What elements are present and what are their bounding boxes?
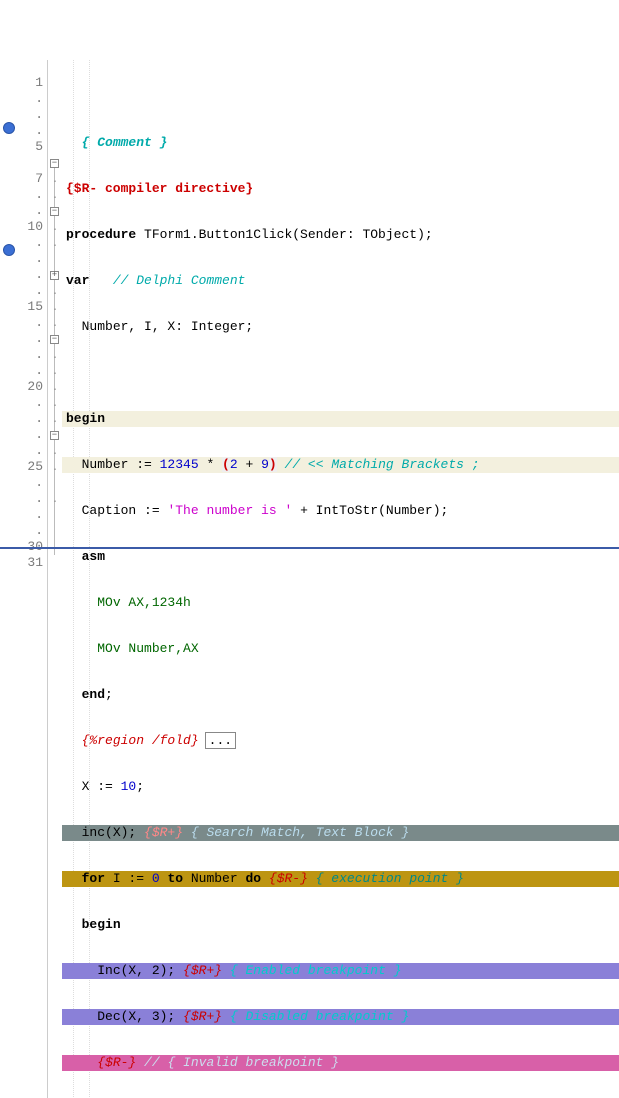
code-line[interactable]: {%region /fold}... [62,733,619,749]
code-line[interactable]: begin [62,411,619,427]
line-number-gutter: 1...57..10....15....20....25....3031 [18,60,48,1098]
code-line[interactable] [62,365,619,381]
code-line[interactable]: Dec(X, 3); {$R+} { Disabled breakpoint } [62,1009,619,1025]
fold-toggle[interactable]: − [50,159,59,168]
code-line[interactable]: end; [62,687,619,703]
code-line[interactable]: Inc(X, 2); {$R+} { Enabled breakpoint } [62,963,619,979]
code-line[interactable]: begin [62,917,619,933]
code-line[interactable]: for I := 0 to Number do {$R-} { executio… [62,871,619,887]
code-editor[interactable]: 1...57..10....15....20....25....3031 − −… [0,60,619,1098]
fold-ellipsis[interactable]: ... [205,732,236,749]
code-line[interactable]: MOv Number,AX [62,641,619,657]
fold-gutter[interactable]: − − + − − · · · · · · · · · · · · · · · [48,60,62,1098]
code-line[interactable]: inc(X); {$R+} { Search Match, Text Block… [62,825,619,841]
code-line[interactable]: { Comment } [62,135,619,151]
code-area[interactable]: { Comment } {$R- compiler directive} pro… [62,60,619,1098]
fold-toggle[interactable]: − [50,335,59,344]
code-line[interactable]: {$R- compiler directive} [62,181,619,197]
code-line[interactable]: {$R-} // { Invalid breakpoint } [62,1055,619,1071]
bookmark-icon[interactable] [3,244,15,256]
fold-toggle[interactable]: + [50,271,59,280]
code-line[interactable]: Number := 12345 * (2 + 9) // << Matching… [62,457,619,473]
code-line[interactable]: var // Delphi Comment [62,273,619,289]
fold-toggle[interactable]: − [50,207,59,216]
code-line[interactable]: asm [62,549,619,565]
code-line[interactable]: Number, I, X: Integer; [62,319,619,335]
code-line[interactable]: procedure TForm1.Button1Click(Sender: TO… [62,227,619,243]
code-line[interactable]: Caption := 'The number is ' + IntToStr(N… [62,503,619,519]
code-line[interactable]: MOv AX,1234h [62,595,619,611]
bookmark-icon[interactable] [3,122,15,134]
breakpoint-gutter[interactable] [0,60,18,1098]
code-line[interactable]: X := 10; [62,779,619,795]
fold-toggle[interactable]: − [50,431,59,440]
